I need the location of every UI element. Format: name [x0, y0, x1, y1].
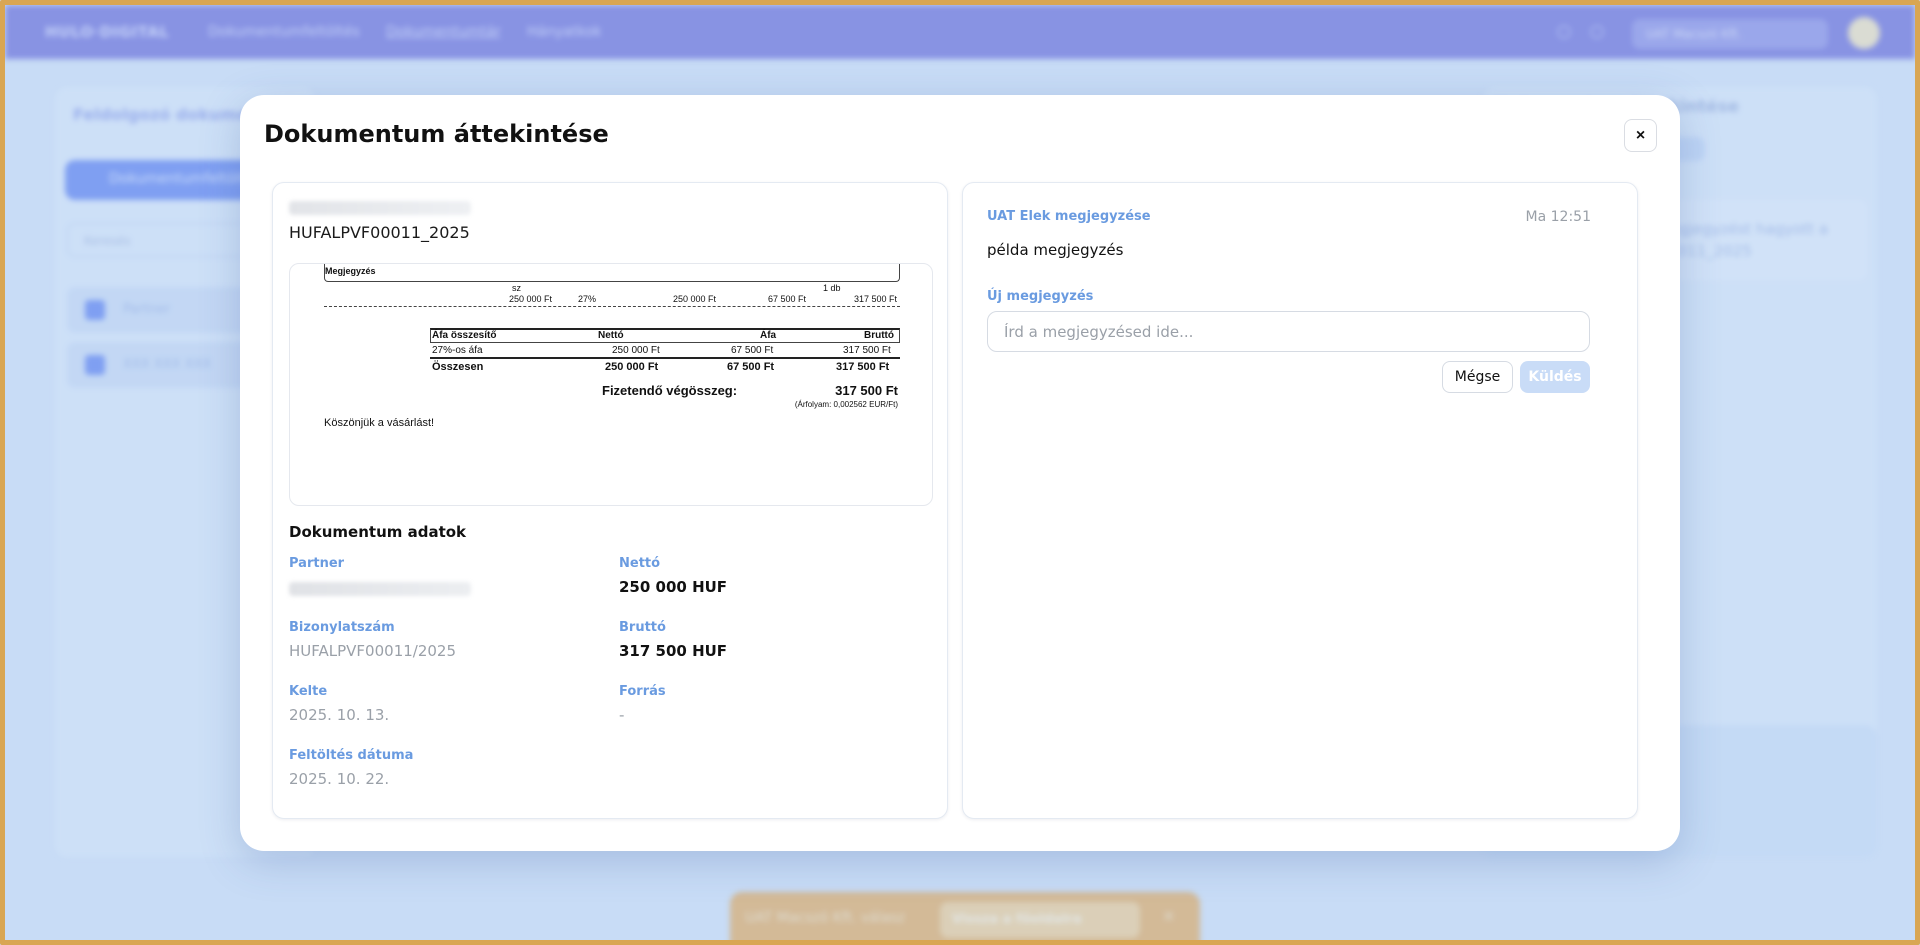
comments-card: UAT Elek megjegyzése Ma 12:51 példa megj… — [962, 182, 1638, 819]
document-partner-redacted — [289, 201, 471, 215]
preview-row-net2: 250 000 Ft — [673, 294, 717, 304]
preview-total-gross: 317 500 Ft — [836, 361, 890, 373]
cancel-button[interactable]: Mégse — [1442, 361, 1513, 393]
date-value: 2025. 10. 13. — [289, 706, 390, 724]
document-preview[interactable]: Megjegyzés sz 1 db 250 000 Ft 27% 250 00… — [289, 263, 933, 506]
document-review-modal: Dokumentum áttekintése × HUFALPVF00011_2… — [240, 95, 1680, 851]
comment-text: példa megjegyzés — [987, 241, 1124, 259]
modal-title: Dokumentum áttekintése — [264, 120, 609, 148]
preview-summary-header-net: Nettó — [598, 330, 624, 341]
partner-value-redacted — [289, 582, 471, 596]
preview-row-gross: 317 500 Ft — [854, 294, 898, 304]
preview-summary-header-vat: Áfa — [760, 330, 777, 341]
preview-summary-gross: 317 500 Ft — [843, 345, 891, 356]
gross-value: 317 500 HUF — [619, 642, 728, 660]
date-label: Kelte — [289, 684, 328, 699]
document-data-title: Dokumentum adatok — [289, 523, 467, 541]
comment-author: UAT Elek megjegyzése — [987, 209, 1151, 224]
voucher-label: Bizonylatszám — [289, 620, 395, 635]
net-value: 250 000 HUF — [619, 578, 728, 596]
preview-dashed-line — [324, 306, 900, 307]
source-value: - — [619, 706, 625, 724]
preview-total-vat: 67 500 Ft — [727, 361, 775, 373]
preview-summary-header-label: Áfa összesítő — [432, 330, 497, 341]
new-comment-label: Új megjegyzés — [987, 289, 1094, 304]
preview-summary-divider — [430, 357, 900, 359]
preview-summary-vat: 67 500 Ft — [731, 345, 774, 356]
preview-row-unit: sz — [512, 283, 521, 293]
voucher-value: HUFALPVF00011/2025 — [289, 642, 457, 660]
document-card: HUFALPVF00011_2025 Megjegyzés sz 1 db 25… — [272, 182, 948, 819]
upload-date-label: Feltöltés dátuma — [289, 748, 414, 763]
preview-row-vat: 67 500 Ft — [768, 294, 807, 304]
gross-label: Bruttó — [619, 620, 666, 635]
preview-summary-rate: 27%-os áfa — [432, 345, 483, 356]
preview-thanks: Köszönjük a vásárlást! — [324, 417, 435, 429]
preview-payable-label: Fizetendő végösszeg: — [602, 383, 738, 398]
preview-summary-net: 250 000 Ft — [612, 345, 660, 356]
preview-row-qty: 1 db — [823, 283, 841, 293]
preview-total-label: Összesen — [432, 361, 484, 373]
preview-row-rate: 27% — [578, 294, 597, 304]
preview-summary-header-gross: Bruttó — [864, 330, 894, 341]
upload-date-value: 2025. 10. 22. — [289, 770, 390, 788]
close-icon[interactable]: × — [1624, 119, 1657, 152]
comment-time: Ma 12:51 — [1525, 209, 1591, 225]
document-number: HUFALPVF00011_2025 — [289, 223, 470, 242]
preview-note-box — [324, 264, 900, 282]
preview-total-net: 250 000 Ft — [605, 361, 659, 373]
new-comment-input[interactable] — [987, 311, 1590, 352]
preview-exchange-rate: (Árfolyam: 0,002562 EUR/Ft) — [794, 400, 898, 409]
preview-row-net: 250 000 Ft — [509, 294, 553, 304]
preview-note-label: Megjegyzés — [325, 266, 376, 276]
preview-summary-header-box — [430, 328, 900, 343]
net-label: Nettó — [619, 556, 661, 571]
send-button[interactable]: Küldés — [1520, 361, 1590, 393]
partner-label: Partner — [289, 556, 345, 571]
source-label: Forrás — [619, 684, 666, 699]
preview-payable-value: 317 500 Ft — [835, 383, 898, 398]
